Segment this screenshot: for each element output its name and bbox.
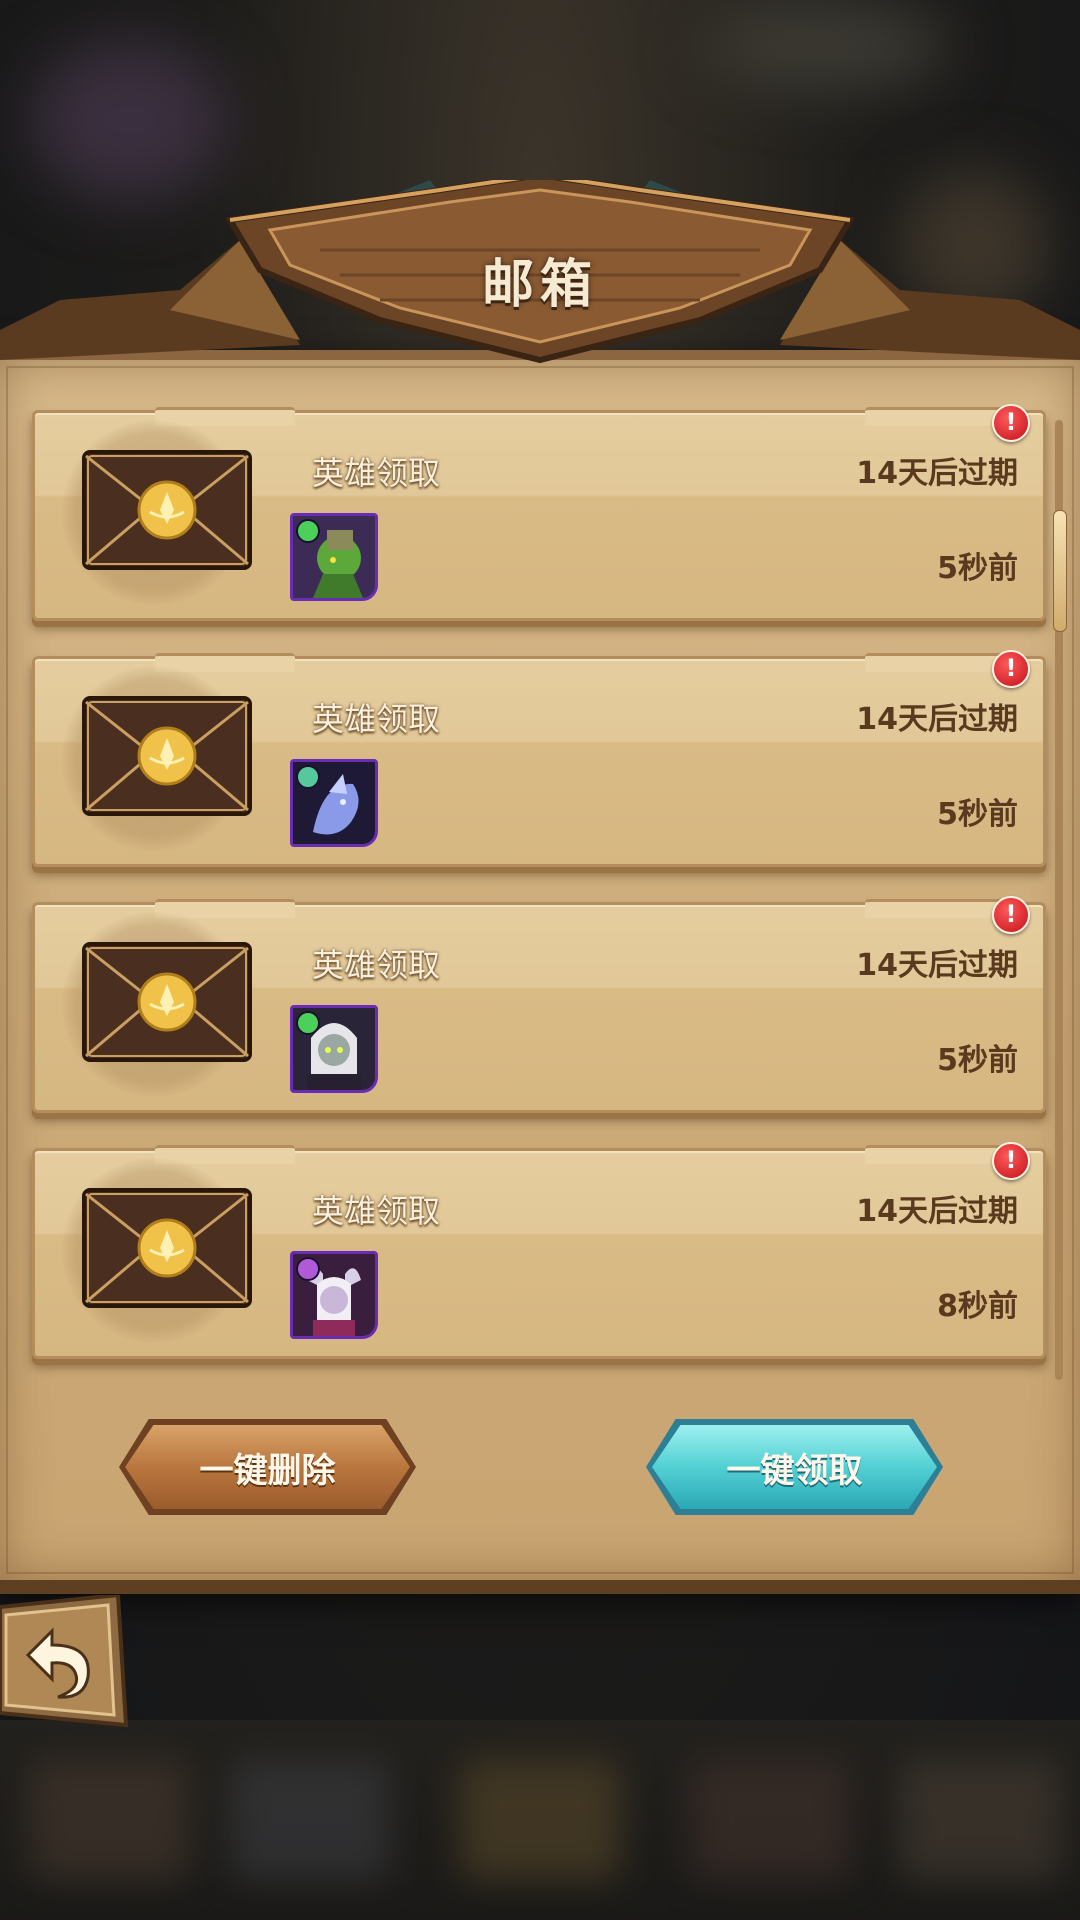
mail-subject: 英雄领取 bbox=[312, 946, 441, 984]
claim-all-button[interactable]: 一键领取 bbox=[652, 1425, 937, 1509]
blue-dragon-hero-icon[interactable] bbox=[290, 759, 378, 847]
mail-item[interactable]: 英雄领取 14天后过期 5秒前 ! bbox=[32, 650, 1046, 867]
bottom-hud-blur bbox=[0, 1720, 1080, 1920]
delete-all-button[interactable]: 一键删除 bbox=[125, 1425, 410, 1509]
faction-icon bbox=[296, 1257, 320, 1281]
mail-item[interactable]: 英雄领取 14天后过期 5秒前 ! bbox=[32, 404, 1046, 621]
new-mail-badge: ! bbox=[992, 404, 1030, 442]
mail-expire-text: 14天后过期 bbox=[856, 948, 1018, 983]
mail-timestamp: 5秒前 bbox=[937, 797, 1018, 832]
horned-demon-hero-icon[interactable] bbox=[290, 1251, 378, 1339]
green-goblin-hero-icon[interactable] bbox=[290, 513, 378, 601]
mail-item[interactable]: 英雄领取 14天后过期 8秒前 ! bbox=[32, 1142, 1046, 1359]
new-mail-badge: ! bbox=[992, 1142, 1030, 1180]
silver-hair-hero-icon[interactable] bbox=[290, 1005, 378, 1093]
envelope-icon bbox=[82, 696, 252, 816]
mail-timestamp: 5秒前 bbox=[937, 551, 1018, 586]
back-button[interactable] bbox=[0, 1592, 130, 1730]
envelope-icon bbox=[82, 1188, 252, 1308]
faction-icon bbox=[296, 765, 320, 789]
mail-expire-text: 14天后过期 bbox=[856, 456, 1018, 491]
mail-item[interactable]: 英雄领取 14天后过期 5秒前 ! bbox=[32, 896, 1046, 1113]
faction-icon bbox=[296, 519, 320, 543]
new-mail-badge: ! bbox=[992, 650, 1030, 688]
mail-expire-text: 14天后过期 bbox=[856, 1194, 1018, 1229]
new-mail-badge: ! bbox=[992, 896, 1030, 934]
envelope-icon bbox=[82, 450, 252, 570]
back-arrow-icon bbox=[0, 1592, 129, 1728]
mail-timestamp: 5秒前 bbox=[937, 1043, 1018, 1078]
scrollbar-thumb[interactable] bbox=[1053, 510, 1067, 632]
background-blur bbox=[700, 0, 950, 90]
mail-timestamp: 8秒前 bbox=[937, 1289, 1018, 1324]
mail-subject: 英雄领取 bbox=[312, 1192, 441, 1230]
page-title: 邮箱 bbox=[481, 255, 598, 315]
mail-subject: 英雄领取 bbox=[312, 700, 441, 738]
mail-list[interactable]: 英雄领取 14天后过期 5秒前 ! 英雄领取 14天后过期 5秒前 ! 英雄领取… bbox=[32, 404, 1046, 1363]
mail-expire-text: 14天后过期 bbox=[856, 702, 1018, 737]
background-blur bbox=[30, 40, 230, 200]
envelope-icon bbox=[82, 942, 252, 1062]
faction-icon bbox=[296, 1011, 320, 1035]
mail-subject: 英雄领取 bbox=[312, 454, 441, 492]
